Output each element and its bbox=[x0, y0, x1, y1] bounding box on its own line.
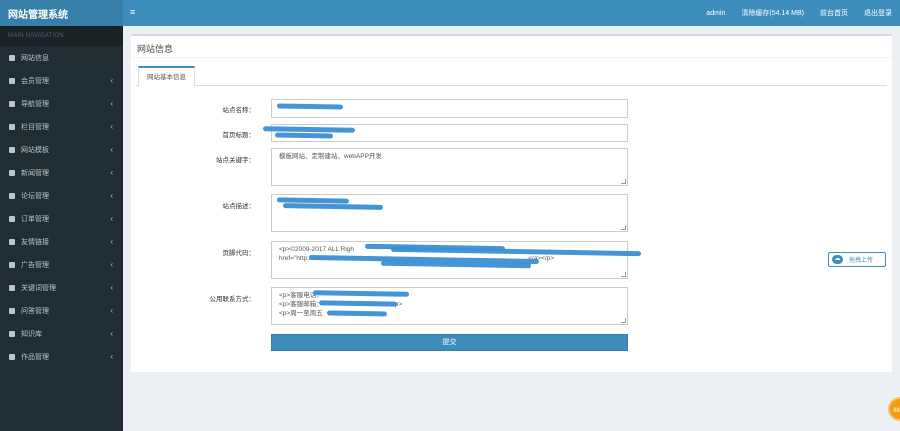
menu-item-icon bbox=[9, 54, 15, 61]
menu-item-icon bbox=[9, 307, 15, 314]
drag-upload-button[interactable]: ☁ 拖拽上传 bbox=[828, 252, 886, 267]
chevron-left-icon: ‹ bbox=[110, 191, 113, 200]
sidebar-item-label: 订单管理 bbox=[21, 215, 49, 223]
top-navbar: ≡ admin 清除缓存(54.14 MB) 前台首页 退出登录 bbox=[123, 0, 900, 26]
sidebar-item[interactable]: 知识库 ‹ bbox=[0, 322, 123, 345]
chevron-left-icon: ‹ bbox=[110, 76, 113, 85]
menu-toggle-icon[interactable]: ≡ bbox=[130, 7, 135, 17]
app-title: 网站管理系统 bbox=[8, 9, 68, 21]
sidebar-item-label: 网站信息 bbox=[21, 54, 49, 62]
top-nav: admin 清除缓存(54.14 MB) 前台首页 退出登录 bbox=[698, 0, 900, 26]
menu-item-icon bbox=[9, 238, 15, 245]
sidebar-item-label: 论坛管理 bbox=[21, 192, 49, 200]
cloud-upload-icon: ☁ bbox=[832, 255, 843, 264]
sidebar-item-label: 新闻管理 bbox=[21, 169, 49, 177]
clear-cache-link[interactable]: 清除缓存(54.14 MB) bbox=[733, 8, 812, 18]
chevron-left-icon: ‹ bbox=[110, 168, 113, 177]
chevron-left-icon: ‹ bbox=[110, 306, 113, 315]
chevron-left-icon: ‹ bbox=[110, 260, 113, 269]
chevron-left-icon: ‹ bbox=[110, 99, 113, 108]
sidebar-item[interactable]: 网站信息 bbox=[0, 46, 123, 69]
menu-item-icon bbox=[9, 284, 15, 291]
sidebar-item[interactable]: 问答管理 ‹ bbox=[0, 299, 123, 322]
sidebar-item[interactable]: 广告管理 ‹ bbox=[0, 253, 123, 276]
menu-item-icon bbox=[9, 353, 15, 360]
resize-grip-icon[interactable] bbox=[621, 225, 626, 230]
sidebar-item-label: 会员管理 bbox=[21, 77, 49, 85]
sidebar-item-label: 友情链接 bbox=[21, 238, 49, 246]
app-logo[interactable]: 网站管理系统 bbox=[0, 0, 123, 26]
footer-code-label: 页脚代码： bbox=[222, 250, 256, 257]
chevron-left-icon: ‹ bbox=[110, 283, 113, 292]
chevron-left-icon: ‹ bbox=[110, 145, 113, 154]
sidebar-item-label: 问答管理 bbox=[21, 307, 49, 315]
sidebar-header: MAIN NAVIGATION bbox=[0, 26, 123, 46]
menu-item-icon bbox=[9, 192, 15, 199]
keywords-label: 站点关键字： bbox=[216, 157, 255, 164]
sidebar-item[interactable]: 友情链接 ‹ bbox=[0, 230, 123, 253]
resize-grip-icon[interactable] bbox=[621, 318, 626, 323]
sidebar-item-label: 知识库 bbox=[21, 330, 42, 338]
tab-basic-info[interactable]: 网站基本信息 bbox=[138, 66, 195, 87]
sidebar-item[interactable]: 关键词管理 ‹ bbox=[0, 276, 123, 299]
chevron-left-icon: ‹ bbox=[110, 122, 113, 131]
chevron-left-icon: ‹ bbox=[110, 329, 113, 338]
description-label: 站点描述： bbox=[222, 203, 256, 210]
sidebar-item[interactable]: 网站模板 ‹ bbox=[0, 138, 123, 161]
sidebar-item[interactable]: 订单管理 ‹ bbox=[0, 207, 123, 230]
main-box: 网站信息 网站基本信息 站点名称： 首页标题： 站点关键字： 模板网站、定制建站… bbox=[131, 34, 892, 372]
sidebar-item[interactable]: 导航管理 ‹ bbox=[0, 92, 123, 115]
user-menu[interactable]: admin bbox=[698, 10, 733, 17]
contact-label: 公用联系方式： bbox=[209, 296, 256, 303]
home-title-label: 首页标题： bbox=[222, 132, 256, 139]
resize-grip-icon[interactable] bbox=[621, 179, 626, 184]
page-title: 网站信息 bbox=[131, 36, 892, 58]
sidebar-item[interactable]: 新闻管理 ‹ bbox=[0, 161, 123, 184]
resize-grip-icon[interactable] bbox=[621, 272, 626, 277]
floating-badge-text: 88 bbox=[893, 408, 900, 414]
tab-bar: 网站基本信息 bbox=[136, 64, 887, 87]
menu-item-icon bbox=[9, 146, 15, 153]
chevron-left-icon: ‹ bbox=[110, 352, 113, 361]
logout-link[interactable]: 退出登录 bbox=[856, 8, 900, 18]
menu-item-icon bbox=[9, 77, 15, 84]
menu-item-icon bbox=[9, 215, 15, 222]
sidebar-item[interactable]: 会员管理 ‹ bbox=[0, 69, 123, 92]
sidebar-item[interactable]: 栏目管理 ‹ bbox=[0, 115, 123, 138]
sidebar-item[interactable]: 论坛管理 ‹ bbox=[0, 184, 123, 207]
chevron-left-icon: ‹ bbox=[110, 214, 113, 223]
keywords-textarea[interactable]: 模板网站、定制建站、webAPP开发 bbox=[271, 148, 628, 186]
redaction-mark bbox=[274, 132, 334, 139]
sidebar-item[interactable]: 作品管理 ‹ bbox=[0, 345, 123, 368]
menu-item-icon bbox=[9, 261, 15, 268]
redaction-mark bbox=[326, 310, 388, 317]
contact-line2-start: <p>客服邮箱： bbox=[279, 301, 323, 308]
sidebar-item-label: 广告管理 bbox=[21, 261, 49, 269]
floating-chat-button[interactable]: 88 bbox=[888, 397, 900, 421]
menu-item-icon bbox=[9, 330, 15, 337]
sidebar-menu: 网站信息 会员管理 ‹ 导航管理 ‹ 栏目管理 ‹ 网站模板 ‹ 新闻管理 ‹ 论坛管理 ‹ 订单管理 ‹ 友… bbox=[0, 46, 123, 368]
chevron-left-icon: ‹ bbox=[110, 237, 113, 246]
menu-item-icon bbox=[9, 169, 15, 176]
sidebar: MAIN NAVIGATION 网站信息会员管理 ‹ 导航管理 ‹ 栏目管理 ‹ 网站模板 ‹… bbox=[0, 26, 123, 431]
sidebar-item-label: 作品管理 bbox=[21, 353, 49, 361]
submit-button[interactable]: 提交 bbox=[271, 334, 628, 351]
sidebar-item-label: 关键词管理 bbox=[21, 284, 56, 292]
frontend-home-link[interactable]: 前台首页 bbox=[812, 8, 856, 18]
keywords-value: 模板网站、定制建站、webAPP开发 bbox=[279, 153, 382, 160]
upload-label: 拖拽上传 bbox=[849, 258, 874, 264]
sidebar-item-label: 栏目管理 bbox=[21, 123, 49, 131]
menu-item-icon bbox=[9, 100, 15, 107]
sidebar-item-label: 网站模板 bbox=[21, 146, 49, 154]
sidebar-item-label: 导航管理 bbox=[21, 100, 49, 108]
menu-item-icon bbox=[9, 123, 15, 130]
site-name-label: 站点名称： bbox=[222, 107, 256, 114]
